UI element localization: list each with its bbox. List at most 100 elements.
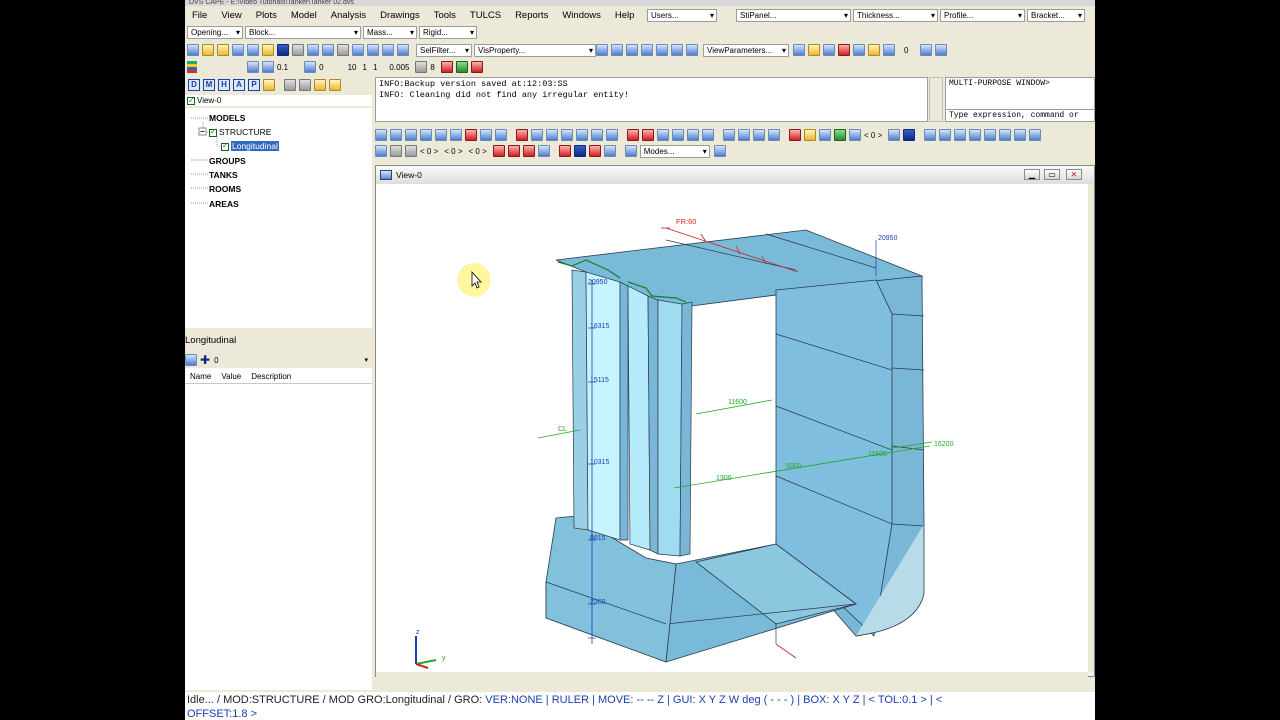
message-scrollbar[interactable] [929,77,943,122]
draw-tool-1-icon[interactable] [375,129,387,141]
menu-file[interactable]: File [185,10,214,21]
offset-value[interactable]: 0 [319,63,323,72]
grid-icon[interactable] [262,61,274,73]
table-icon[interactable] [603,145,616,157]
column-description[interactable]: Description [246,370,296,383]
command-input[interactable]: Type expression, command or [946,109,1094,121]
column-name[interactable]: Name [185,370,216,383]
factor-value[interactable]: 1 [373,63,377,72]
menu-windows[interactable]: Windows [555,10,608,21]
draw-tool-36-icon[interactable] [954,129,967,141]
size-value[interactable]: 8 [430,63,434,72]
draw-tool-3-icon[interactable] [405,129,417,141]
cube-bottom-icon[interactable] [671,44,683,56]
letter-d-button[interactable]: D [188,79,200,91]
menu-drawings[interactable]: Drawings [373,10,427,21]
bracket-combo[interactable]: Bracket... [1027,9,1085,22]
minimize-button[interactable]: ▁ [1024,169,1040,180]
draw-tool-37-icon[interactable] [969,129,982,141]
longitudinal-bulkhead-1[interactable] [585,271,621,541]
grid-red-icon[interactable] [588,145,601,157]
rigid-combo[interactable]: Rigid... [419,26,477,39]
precision-value[interactable]: 0.005 [389,63,409,72]
letter-p-button[interactable]: P [248,79,260,91]
opening-combo[interactable]: Opening... [187,26,243,39]
letter-m-button[interactable]: M [203,79,215,91]
view-vertical-scrollbar[interactable] [1088,184,1094,672]
stipanel-combo[interactable]: StiPanel... [736,9,851,22]
draw-tool-10-icon[interactable] [516,129,528,141]
zoom-icon[interactable] [352,44,364,56]
delete-icon[interactable] [277,44,289,56]
step-value[interactable]: 1 [362,63,366,72]
maximize-button[interactable]: ▭ [1044,169,1060,180]
draw-tool-19-icon[interactable] [657,129,669,141]
cube-front-icon[interactable] [596,44,608,56]
letter-a-button[interactable]: A [233,79,245,91]
view-checkbox[interactable] [187,95,195,106]
3d-viewport[interactable]: FR:60 20950 16315 15115 10315 8815 2360 … [376,184,1088,672]
draw-tool-28-icon[interactable] [804,129,816,141]
pan-icon[interactable] [397,44,409,56]
tree-groups[interactable]: GROUPS [209,156,246,166]
draw-tool-2-icon[interactable] [390,129,402,141]
cube-side-icon[interactable] [641,44,653,56]
draw-tool-8-icon[interactable] [480,129,492,141]
stop-icon[interactable] [470,61,483,73]
cube-blue-icon[interactable] [883,44,895,56]
rotate-icon[interactable] [382,44,394,56]
find-icon[interactable] [263,79,275,91]
snap-icon[interactable] [405,145,417,157]
letter-h-button[interactable]: H [218,79,230,91]
frame-icon[interactable] [537,145,550,157]
longitudinal-bulkhead-2[interactable] [627,285,651,551]
draw-tool-22-icon[interactable] [702,129,714,141]
draw-tool-33-icon[interactable] [903,129,916,141]
menu-view[interactable]: View [214,10,248,21]
draw-tool-34-icon[interactable] [924,129,937,141]
search-icon[interactable] [217,44,229,56]
spinner-a[interactable]: < 0 > [420,147,438,156]
user-icon[interactable] [262,44,274,56]
draw-tool-13-icon[interactable] [561,129,573,141]
pin-icon[interactable] [247,61,259,73]
play-icon[interactable] [455,61,468,73]
view-selector[interactable]: View-0 [185,95,372,106]
cube-red-icon[interactable] [838,44,850,56]
draw-tool-25-icon[interactable] [753,129,765,141]
column-value[interactable]: Value [216,370,246,383]
select-arrow-icon[interactable] [337,44,349,56]
record-icon[interactable] [440,61,453,73]
longitudinal-bulkhead-3[interactable] [657,299,683,557]
plus-icon[interactable]: ✚ [200,353,210,367]
viewparameters-combo[interactable]: ViewParameters... [703,43,789,57]
draw-tool-38-icon[interactable] [984,129,997,141]
draw-tool-32-icon[interactable] [888,129,901,141]
cube-left-icon[interactable] [686,44,698,56]
draw-tool-26-icon[interactable] [768,129,780,141]
cube-back-icon[interactable] [656,44,668,56]
cube-solid-icon[interactable] [823,44,835,56]
modes-icon[interactable] [624,145,637,157]
angle-spinner[interactable]: < 0 > [864,131,882,140]
tree-tanks[interactable]: TANKS [209,170,238,180]
tree-longitudinal[interactable]: Longitudinal [221,141,279,151]
lock-icon[interactable] [415,61,428,73]
open-folder-icon[interactable] [202,44,214,56]
draw-tool-17-icon[interactable] [627,129,639,141]
mass-combo[interactable]: Mass... [363,26,417,39]
settings-icon[interactable] [390,145,402,157]
copy-icon[interactable] [232,44,244,56]
menu-help[interactable]: Help [608,10,642,21]
status-toggles[interactable]: VER:NONE | RULER | MOVE: -- -- Z | GUI: … [485,694,942,706]
draw-tool-7-icon[interactable] [465,129,477,141]
draw-tool-21-icon[interactable] [687,129,699,141]
image-icon[interactable] [375,145,387,157]
tolerance-value[interactable]: 0.1 [277,63,288,72]
redo-icon[interactable] [292,44,304,56]
view-horizontal-scrollbar[interactable] [376,672,1088,677]
cube-top-icon[interactable] [626,44,638,56]
wave-icon[interactable] [713,145,726,157]
marker-icon[interactable] [492,145,505,157]
draw-tool-6-icon[interactable] [450,129,462,141]
